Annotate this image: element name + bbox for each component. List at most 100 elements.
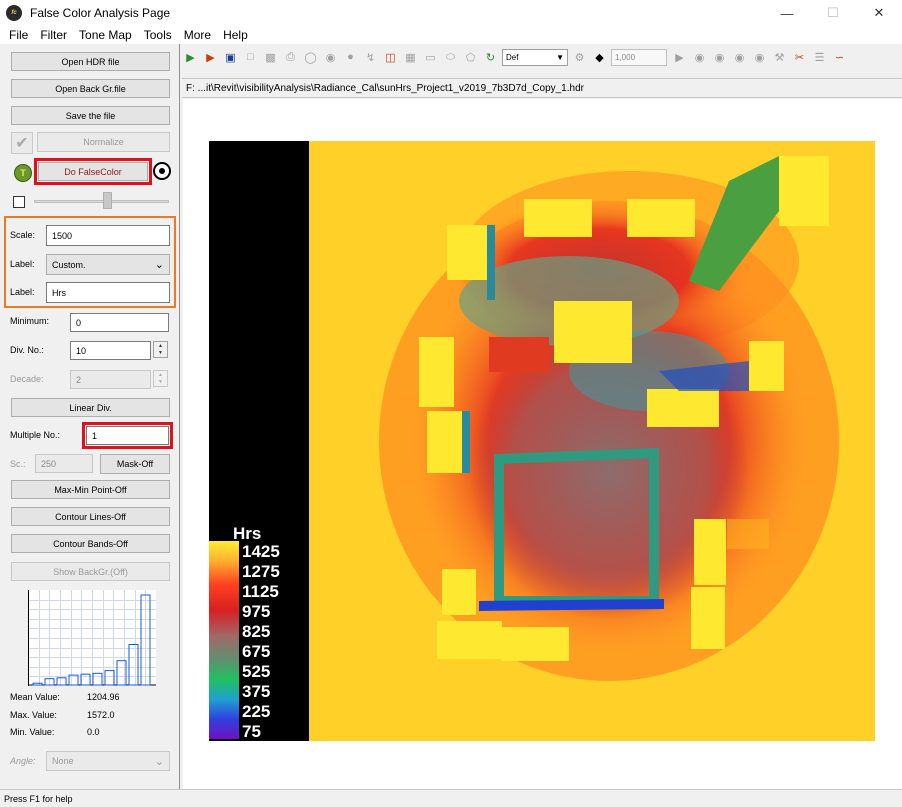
legend-value: 525 xyxy=(242,662,270,681)
menu-tone-map[interactable]: Tone Map xyxy=(78,28,133,42)
menu-tools[interactable]: Tools xyxy=(143,28,173,42)
normalize-button[interactable]: Normalize xyxy=(37,132,170,152)
legend-value: 225 xyxy=(242,702,270,721)
menu-more[interactable]: More xyxy=(183,28,212,42)
sc-input[interactable]: 250 xyxy=(35,454,93,473)
decade-spinner[interactable]: ▲ ▼ xyxy=(153,370,168,387)
menu-filter[interactable]: Filter xyxy=(39,28,68,42)
globe-icon[interactable]: ◉ xyxy=(691,49,708,66)
legend-title: Hrs xyxy=(233,524,261,543)
copy-icon[interactable]: □ xyxy=(242,49,259,66)
minimize-button[interactable]: — xyxy=(764,0,810,26)
label-select[interactable]: Custom. ⌄ xyxy=(46,254,170,275)
legend-value: 975 xyxy=(242,602,270,621)
window-title: False Color Analysis Page xyxy=(30,6,171,20)
angle-label: Angle: xyxy=(10,756,36,766)
contour-lines-button[interactable]: Contour Lines-Off xyxy=(11,507,170,526)
open-file-icon[interactable]: ▶ xyxy=(182,49,199,66)
show-backgr-button[interactable]: Show BackGr.(Off) xyxy=(11,562,170,581)
multiple-input[interactable]: 1 xyxy=(86,426,169,445)
crop-icon[interactable]: ◫ xyxy=(382,49,399,66)
diamond-icon[interactable]: ◆ xyxy=(591,49,608,66)
eye-icon[interactable] xyxy=(153,162,171,180)
print-icon[interactable]: ⎙ xyxy=(282,49,299,66)
rectangle-icon[interactable]: ▭ xyxy=(422,49,439,66)
legend-value: 1425 xyxy=(242,542,280,561)
label-select-label: Label: xyxy=(10,259,35,269)
chevron-down-icon: ▼ xyxy=(556,52,564,62)
save-file-button[interactable]: Save the file xyxy=(11,106,170,125)
polygon-icon[interactable]: ⬠ xyxy=(462,49,479,66)
scale-input[interactable]: 1500 xyxy=(46,225,170,246)
paste-icon[interactable]: ▩ xyxy=(262,49,279,66)
curve-icon[interactable]: ∽ xyxy=(831,49,848,66)
legend-value: 1125 xyxy=(242,582,279,601)
close-button[interactable]: ✕ xyxy=(856,0,902,26)
chevron-down-icon: ⌄ xyxy=(154,259,164,271)
sc-label: Sc.: xyxy=(10,459,26,469)
graph-icon[interactable]: ↯ xyxy=(362,49,379,66)
linear-div-button[interactable]: Linear Div. xyxy=(11,398,170,417)
legend-value: 825 xyxy=(242,622,270,641)
decade-label: Decade: xyxy=(10,374,44,384)
lens-icon[interactable]: ◉ xyxy=(322,49,339,66)
layers-icon[interactable]: ☰ xyxy=(811,49,828,66)
display-mode-value: Def xyxy=(506,52,519,62)
tool-icon[interactable]: ⚒ xyxy=(771,49,788,66)
legend-value: 675 xyxy=(242,642,270,661)
opacity-slider-thumb[interactable] xyxy=(103,192,112,209)
divno-input[interactable]: 10 xyxy=(70,341,151,360)
divno-spinner[interactable]: ▲ ▼ xyxy=(153,341,168,358)
scale-label: Scale: xyxy=(10,230,36,240)
chevron-down-icon: ⌄ xyxy=(154,755,164,768)
save-icon[interactable]: ▣ xyxy=(222,49,239,66)
falsecolor-image[interactable]: Hrs 1425 1275 1125 975 825 675 525 375 225 75 xyxy=(209,141,875,741)
opacity-slider-track[interactable] xyxy=(34,200,169,203)
exposure-input[interactable]: 1,000 xyxy=(611,48,667,66)
do-falsecolor-button[interactable]: Do FalseColor xyxy=(38,162,148,181)
angle-select[interactable]: None ⌄ xyxy=(46,751,170,771)
status-bar: Press F1 for help xyxy=(0,789,902,807)
menu-bar: File Filter Tone Map Tools More Help xyxy=(0,26,902,44)
mean-label: Mean Value: xyxy=(10,692,60,702)
minimum-label: Minimum: xyxy=(10,316,50,326)
settings-icon[interactable]: ⚙ xyxy=(571,49,588,66)
legend-value: 75 xyxy=(242,722,261,741)
falsecolor-checkbox[interactable] xyxy=(13,196,25,208)
mean-value: 1204.96 xyxy=(87,692,120,702)
max-value: 1572.0 xyxy=(87,710,115,720)
text-tool-icon[interactable]: T xyxy=(14,164,32,182)
display-mode-select[interactable]: Def ▼ xyxy=(502,48,568,66)
drop-icon[interactable]: ● xyxy=(342,49,359,66)
open-back-button[interactable]: Open Back Gr.file xyxy=(11,79,170,98)
globe2-icon[interactable]: ◉ xyxy=(711,49,728,66)
refresh-icon[interactable]: ↻ xyxy=(482,49,499,66)
contour-bands-button[interactable]: Contour Bands-Off xyxy=(11,534,170,553)
play-icon[interactable]: ▶ xyxy=(671,49,688,66)
ellipse-icon[interactable]: ⬭ xyxy=(442,49,459,66)
decade-input[interactable]: 2 xyxy=(70,370,151,389)
globe3-icon[interactable]: ◉ xyxy=(731,49,748,66)
min-value: 0.0 xyxy=(87,727,100,737)
mask-button[interactable]: Mask-Off xyxy=(100,454,170,474)
minimum-input[interactable]: 0 xyxy=(70,313,169,332)
globe4-icon[interactable]: ◉ xyxy=(751,49,768,66)
checkmark-icon[interactable]: ✔ xyxy=(11,132,33,154)
label-text-input[interactable]: Hrs xyxy=(46,282,170,303)
app-logo-icon: fc xyxy=(6,5,22,21)
open-back-icon[interactable]: ▶ xyxy=(202,49,219,66)
circle-select-icon[interactable]: ◯ xyxy=(302,49,319,66)
divno-label: Div. No.: xyxy=(10,345,44,355)
maximize-button[interactable]: ☐ xyxy=(810,0,856,26)
px-icon[interactable]: ▦ xyxy=(402,49,419,66)
maxmin-button[interactable]: Max-Min Point-Off xyxy=(11,480,170,499)
angle-select-value: None xyxy=(52,756,74,766)
legend-value: 1275 xyxy=(242,562,280,581)
menu-file[interactable]: File xyxy=(8,28,29,42)
menu-help[interactable]: Help xyxy=(222,28,249,42)
open-hdr-button[interactable]: Open HDR file xyxy=(11,52,170,71)
max-label: Max. Value: xyxy=(10,710,57,720)
histogram-chart xyxy=(28,590,156,686)
label-select-value: Custom. xyxy=(52,259,86,270)
scissors-icon[interactable]: ✂ xyxy=(791,49,808,66)
